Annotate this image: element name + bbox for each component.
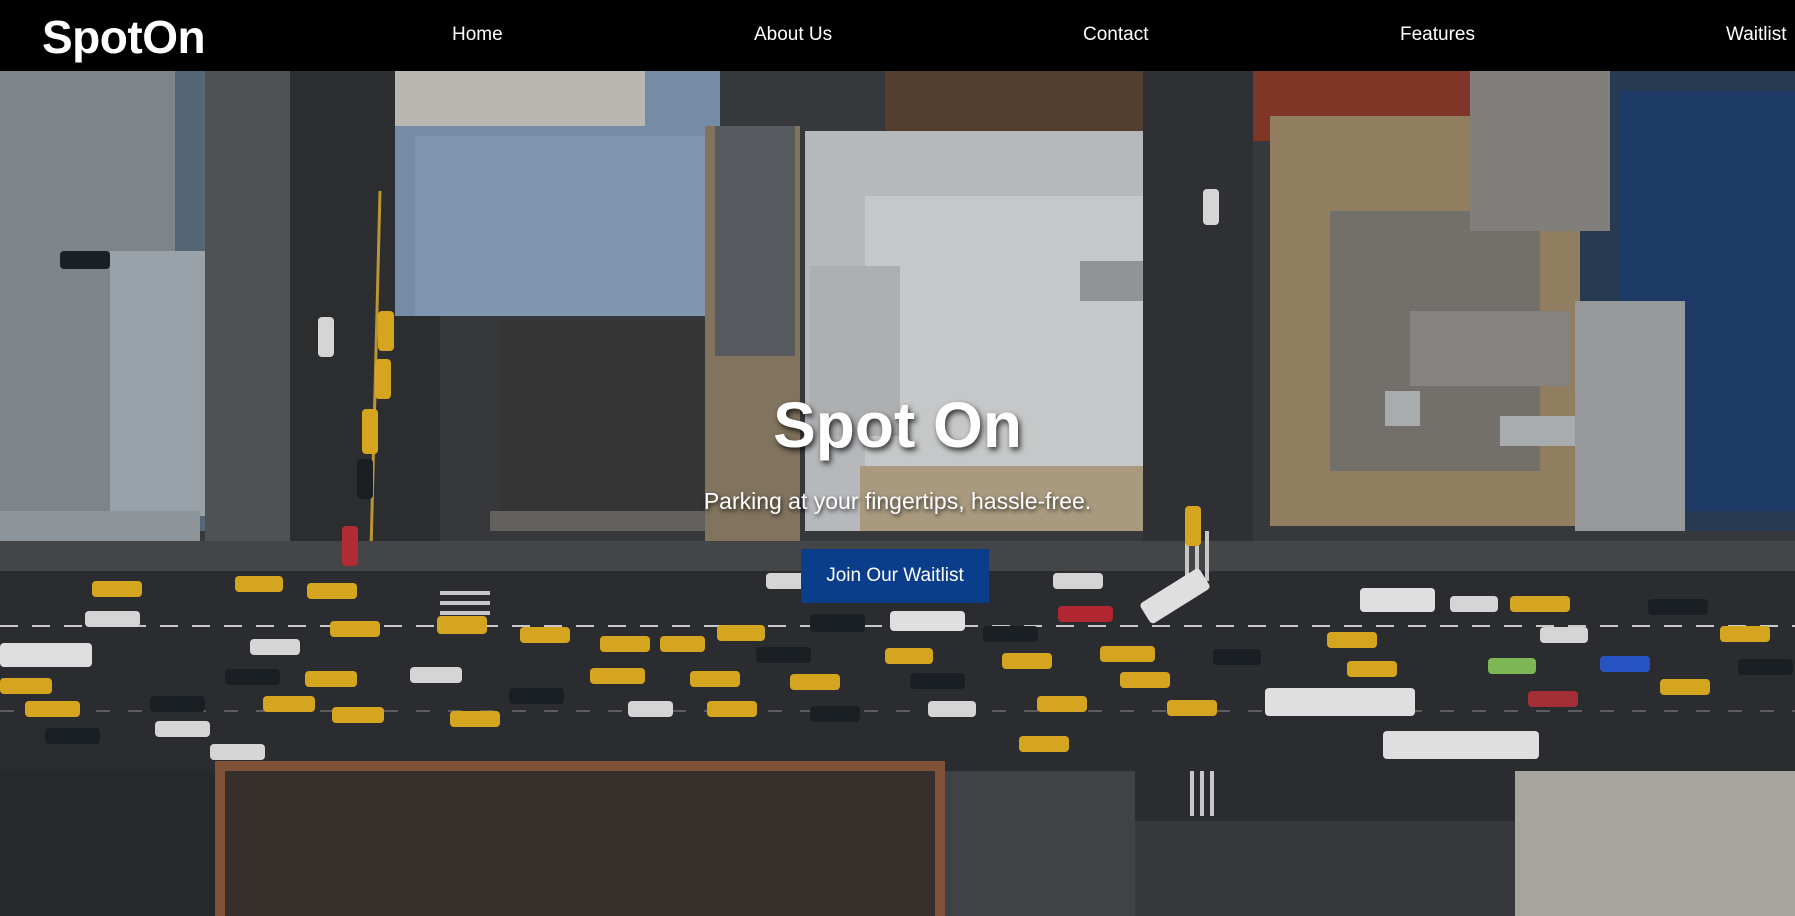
nav-link-home[interactable]: Home [452, 24, 503, 46]
hero-section: Spot On Parking at your fingertips, hass… [0, 71, 1795, 916]
hero-content: Spot On Parking at your fingertips, hass… [0, 71, 1795, 916]
nav-link-features[interactable]: Features [1400, 24, 1475, 46]
nav-link-waitlist[interactable]: Waitlist [1726, 24, 1787, 46]
brand-logo[interactable]: SpotOn [42, 10, 206, 64]
nav-link-about-us[interactable]: About Us [754, 24, 832, 46]
join-waitlist-button[interactable]: Join Our Waitlist [801, 549, 989, 603]
nav-link-contact[interactable]: Contact [1083, 24, 1148, 46]
top-navbar: SpotOn Home About Us Contact Features Wa… [0, 0, 1795, 71]
hero-title: Spot On [773, 389, 1022, 461]
hero-subtitle: Parking at your fingertips, hassle-free. [703, 488, 1092, 514]
